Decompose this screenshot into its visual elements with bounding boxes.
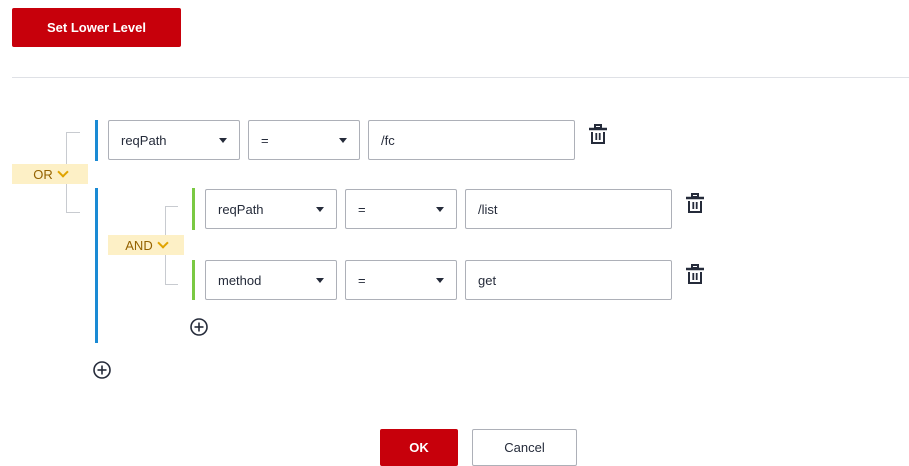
caret-down-icon bbox=[316, 206, 324, 212]
cancel-button[interactable]: Cancel bbox=[472, 429, 577, 466]
value-input-text: /fc bbox=[381, 132, 395, 148]
value-input[interactable]: /fc bbox=[368, 120, 575, 160]
value-input-text: get bbox=[478, 272, 497, 288]
caret-down-icon bbox=[316, 277, 324, 283]
operator-select[interactable]: = bbox=[345, 189, 457, 229]
field-select[interactable]: reqPath bbox=[205, 189, 337, 229]
and-branch-bar bbox=[192, 188, 195, 230]
and-logic-label: AND bbox=[125, 237, 153, 253]
ok-button[interactable]: OK bbox=[380, 429, 458, 466]
and-branch-bar bbox=[192, 260, 195, 300]
chevron-down-icon bbox=[57, 166, 69, 178]
add-condition-icon[interactable] bbox=[189, 317, 209, 337]
field-select-value: method bbox=[218, 272, 262, 288]
and-logic-toggle[interactable]: AND bbox=[108, 235, 184, 255]
chevron-down-icon bbox=[157, 237, 169, 249]
field-select-value: reqPath bbox=[218, 201, 264, 217]
value-input-text: /list bbox=[478, 201, 498, 217]
or-branch-bar bbox=[95, 188, 98, 343]
caret-down-icon bbox=[219, 137, 227, 143]
or-logic-toggle[interactable]: OR bbox=[12, 164, 88, 184]
divider bbox=[12, 77, 909, 78]
value-input[interactable]: get bbox=[465, 260, 672, 300]
caret-down-icon bbox=[436, 206, 444, 212]
caret-down-icon bbox=[436, 277, 444, 283]
or-branch-bar bbox=[95, 120, 98, 161]
operator-select-value: = bbox=[358, 201, 366, 217]
field-select[interactable]: method bbox=[205, 260, 337, 300]
operator-select-value: = bbox=[261, 132, 269, 148]
trash-icon[interactable] bbox=[685, 264, 705, 286]
set-lower-level-button[interactable]: Set Lower Level bbox=[12, 8, 181, 47]
field-select-value: reqPath bbox=[121, 132, 167, 148]
operator-select[interactable]: = bbox=[345, 260, 457, 300]
operator-select[interactable]: = bbox=[248, 120, 360, 160]
field-select[interactable]: reqPath bbox=[108, 120, 240, 160]
trash-icon[interactable] bbox=[588, 124, 608, 146]
add-condition-icon[interactable] bbox=[92, 360, 112, 380]
trash-icon[interactable] bbox=[685, 193, 705, 215]
caret-down-icon bbox=[339, 137, 347, 143]
operator-select-value: = bbox=[358, 272, 366, 288]
value-input[interactable]: /list bbox=[465, 189, 672, 229]
or-logic-label: OR bbox=[33, 166, 53, 182]
